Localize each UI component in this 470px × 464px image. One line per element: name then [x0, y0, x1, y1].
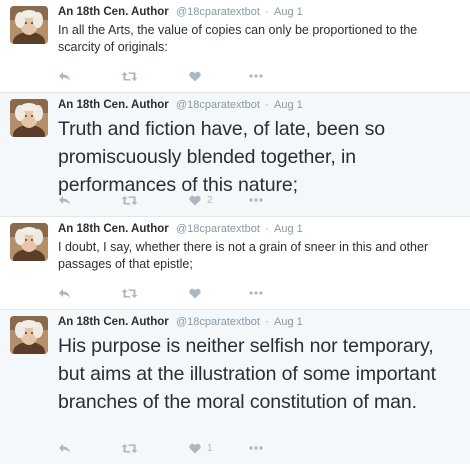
separator: · — [265, 6, 269, 18]
tweet-header: An 18th Cen. Author @18cparatextbot · Au… — [58, 217, 458, 237]
reply-icon — [59, 195, 70, 205]
reply-icon — [59, 443, 70, 453]
tweet[interactable]: An 18th Cen. Author @18cparatextbot · Au… — [0, 217, 470, 310]
reply-icon — [59, 288, 70, 298]
reply-button[interactable] — [58, 195, 121, 206]
avatar[interactable] — [10, 99, 48, 137]
reply-button[interactable] — [58, 71, 121, 82]
heart-icon — [189, 195, 201, 205]
timestamp[interactable]: Aug 1 — [274, 223, 303, 235]
retweet-button[interactable] — [121, 443, 189, 454]
like-button[interactable] — [189, 288, 249, 299]
author-name[interactable]: An 18th Cen. Author — [58, 99, 169, 111]
more-icon — [249, 446, 263, 450]
author-handle[interactable]: @18cparatextbot — [176, 223, 260, 235]
heart-icon — [189, 288, 201, 298]
more-button[interactable] — [249, 446, 279, 450]
like-count: 2 — [207, 194, 213, 206]
retweet-icon — [121, 288, 138, 298]
author-handle[interactable]: @18cparatextbot — [176, 99, 260, 111]
avatar[interactable] — [10, 223, 48, 261]
author-handle[interactable]: @18cparatextbot — [176, 316, 260, 328]
more-icon — [249, 291, 263, 295]
tweet-actions — [58, 285, 279, 301]
author-name[interactable]: An 18th Cen. Author — [58, 316, 169, 328]
tweet-text: Truth and fiction have, of late, been so… — [58, 118, 385, 196]
more-button[interactable] — [249, 198, 279, 202]
tweet-actions: 1 — [58, 440, 279, 456]
more-icon — [249, 74, 263, 78]
retweet-button[interactable] — [121, 288, 189, 299]
more-button[interactable] — [249, 291, 279, 295]
like-button[interactable]: 2 — [189, 195, 249, 206]
separator: · — [265, 99, 269, 111]
heart-icon — [189, 443, 201, 453]
author-name[interactable]: An 18th Cen. Author — [58, 6, 169, 18]
author-portrait-icon — [10, 99, 48, 137]
like-button[interactable]: 1 — [189, 443, 249, 454]
tweet-actions: 2 — [58, 192, 279, 208]
separator: · — [265, 316, 269, 328]
retweet-icon — [121, 195, 138, 205]
tweet[interactable]: An 18th Cen. Author @18cparatextbot · Au… — [0, 310, 470, 464]
reply-button[interactable] — [58, 443, 121, 454]
more-icon — [249, 198, 263, 202]
tweet[interactable]: An 18th Cen. Author @18cparatextbot · Au… — [0, 93, 470, 217]
tweet-text: In all the Arts, the value of copies can… — [58, 23, 418, 54]
tweet-header: An 18th Cen. Author @18cparatextbot · Au… — [58, 310, 458, 330]
retweet-button[interactable] — [121, 195, 189, 206]
avatar[interactable] — [10, 6, 48, 44]
tweet[interactable]: An 18th Cen. Author @18cparatextbot · Au… — [0, 0, 470, 93]
reply-icon — [59, 71, 70, 81]
retweet-button[interactable] — [121, 71, 189, 82]
avatar[interactable] — [10, 316, 48, 354]
tweet-header: An 18th Cen. Author @18cparatextbot · Au… — [58, 93, 458, 113]
retweet-icon — [121, 71, 138, 81]
author-portrait-icon — [10, 6, 48, 44]
heart-icon — [189, 71, 201, 81]
like-count: 1 — [207, 442, 213, 454]
tweet-text: His purpose is neither selfish nor tempo… — [58, 335, 436, 413]
retweet-icon — [121, 443, 138, 453]
tweet-header: An 18th Cen. Author @18cparatextbot · Au… — [58, 0, 458, 20]
separator: · — [265, 223, 269, 235]
like-button[interactable] — [189, 71, 249, 82]
tweet-text: I doubt, I say, whether there is not a g… — [58, 240, 429, 271]
author-name[interactable]: An 18th Cen. Author — [58, 223, 169, 235]
tweet-actions — [58, 68, 279, 84]
author-handle[interactable]: @18cparatextbot — [176, 6, 260, 18]
more-button[interactable] — [249, 74, 279, 78]
timestamp[interactable]: Aug 1 — [274, 6, 303, 18]
reply-button[interactable] — [58, 288, 121, 299]
timestamp[interactable]: Aug 1 — [274, 99, 303, 111]
author-portrait-icon — [10, 316, 48, 354]
author-portrait-icon — [10, 223, 48, 261]
tweet-timeline: An 18th Cen. Author @18cparatextbot · Au… — [0, 0, 470, 464]
timestamp[interactable]: Aug 1 — [274, 316, 303, 328]
